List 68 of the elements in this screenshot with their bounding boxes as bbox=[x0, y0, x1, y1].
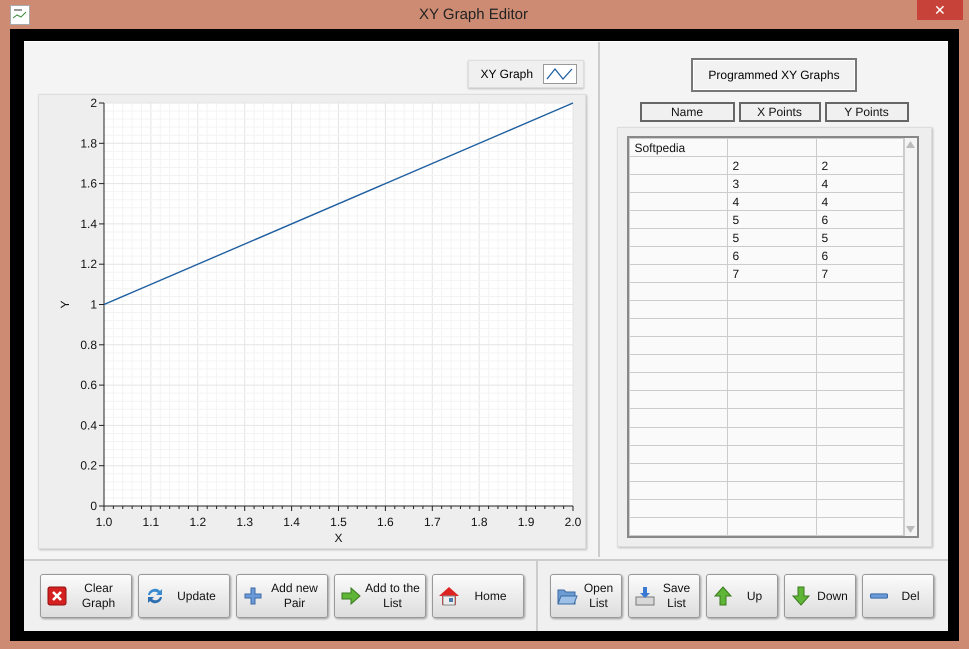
column-header[interactable]: Y Points bbox=[824, 102, 908, 122]
scroll-down-icon[interactable] bbox=[906, 526, 915, 533]
x-axis-title: X bbox=[334, 531, 342, 543]
y-tick-label: 0.4 bbox=[80, 418, 97, 432]
table-cell: Softpedia bbox=[629, 138, 727, 157]
x-tick-label: 1.8 bbox=[470, 515, 488, 529]
minus-icon bbox=[870, 593, 888, 599]
table-cell: 4 bbox=[816, 192, 903, 211]
toolbar-button[interactable]: Down bbox=[784, 574, 856, 618]
app-icon bbox=[10, 4, 30, 24]
tray-icon bbox=[634, 585, 656, 607]
close-button[interactable]: ✕ bbox=[917, 0, 963, 20]
y-tick-label: 0.6 bbox=[80, 378, 97, 392]
toolbar-button[interactable]: Add to the List bbox=[334, 574, 426, 618]
toolbar-button[interactable]: Home bbox=[432, 574, 524, 618]
x-tick-label: 1.2 bbox=[189, 515, 206, 529]
y-tick-label: 1.4 bbox=[80, 216, 97, 231]
scrollbar[interactable] bbox=[904, 138, 916, 536]
up-arrow-icon bbox=[712, 585, 734, 607]
y-tick-label: 0.8 bbox=[80, 338, 97, 352]
toolbar-button[interactable]: Save List bbox=[628, 574, 700, 618]
y-tick-label: 0 bbox=[90, 499, 97, 513]
toolbar-button[interactable]: Open List bbox=[550, 574, 622, 618]
y-axis-title: Y bbox=[58, 300, 72, 308]
x-tick-label: 1.9 bbox=[518, 515, 534, 529]
x-tick-label: 1.7 bbox=[424, 515, 441, 529]
table-cell: 2 bbox=[816, 156, 903, 175]
column-header[interactable]: X Points bbox=[738, 102, 820, 122]
table-cell: 6 bbox=[816, 246, 903, 265]
toolbar-button[interactable]: Add new Pair bbox=[236, 574, 328, 618]
x-tick-label: 1.0 bbox=[96, 515, 112, 529]
window-title: XY Graph Editor bbox=[418, 6, 529, 23]
x-tick-label: 1.3 bbox=[236, 515, 254, 529]
x-tick-label: 1.5 bbox=[330, 515, 347, 529]
table-cell: 5 bbox=[816, 228, 903, 247]
y-tick-label: 1.2 bbox=[80, 257, 97, 272]
y-tick-label: 1.6 bbox=[80, 176, 97, 191]
y-tick-label: 1.8 bbox=[80, 136, 97, 150]
column-header[interactable]: Name bbox=[640, 102, 734, 122]
legend-label: XY Graph bbox=[480, 67, 533, 81]
toolbar-button[interactable]: Clear Graph bbox=[40, 574, 132, 618]
x-tick-label: 2.0 bbox=[564, 515, 582, 529]
x-tick-label: 1.1 bbox=[142, 515, 160, 529]
programmed-graphs-button[interactable]: Programmed XY Graphs bbox=[691, 58, 857, 92]
table-cell: 7 bbox=[816, 264, 903, 283]
table-cell: 5 bbox=[727, 210, 816, 229]
toolbar-button[interactable]: Up bbox=[706, 574, 778, 618]
x-tick-label: 1.6 bbox=[377, 515, 394, 529]
plus-icon bbox=[242, 585, 264, 607]
y-tick-label: 1 bbox=[90, 298, 97, 312]
table-cell: 3 bbox=[727, 174, 816, 193]
toolbar-button[interactable]: Update bbox=[138, 574, 230, 618]
table-cell: 2 bbox=[727, 156, 816, 175]
x-tick-label: 1.4 bbox=[283, 515, 300, 529]
table-cell: 4 bbox=[816, 174, 903, 193]
right-arrow-icon bbox=[340, 585, 362, 607]
table-cell: 6 bbox=[727, 246, 816, 265]
table-cell: 7 bbox=[727, 264, 816, 283]
y-tick-label: 2 bbox=[90, 96, 97, 110]
close-icon bbox=[46, 585, 68, 607]
scroll-up-icon[interactable] bbox=[906, 141, 915, 148]
table-cell: 4 bbox=[727, 192, 816, 211]
table-cell: 5 bbox=[727, 228, 816, 247]
y-tick-label: 0.2 bbox=[80, 458, 97, 473]
toolbar-button[interactable]: Del bbox=[862, 574, 934, 618]
table-cell: 6 bbox=[816, 210, 903, 229]
down-arrow-icon bbox=[790, 585, 812, 607]
house-icon bbox=[438, 585, 460, 607]
